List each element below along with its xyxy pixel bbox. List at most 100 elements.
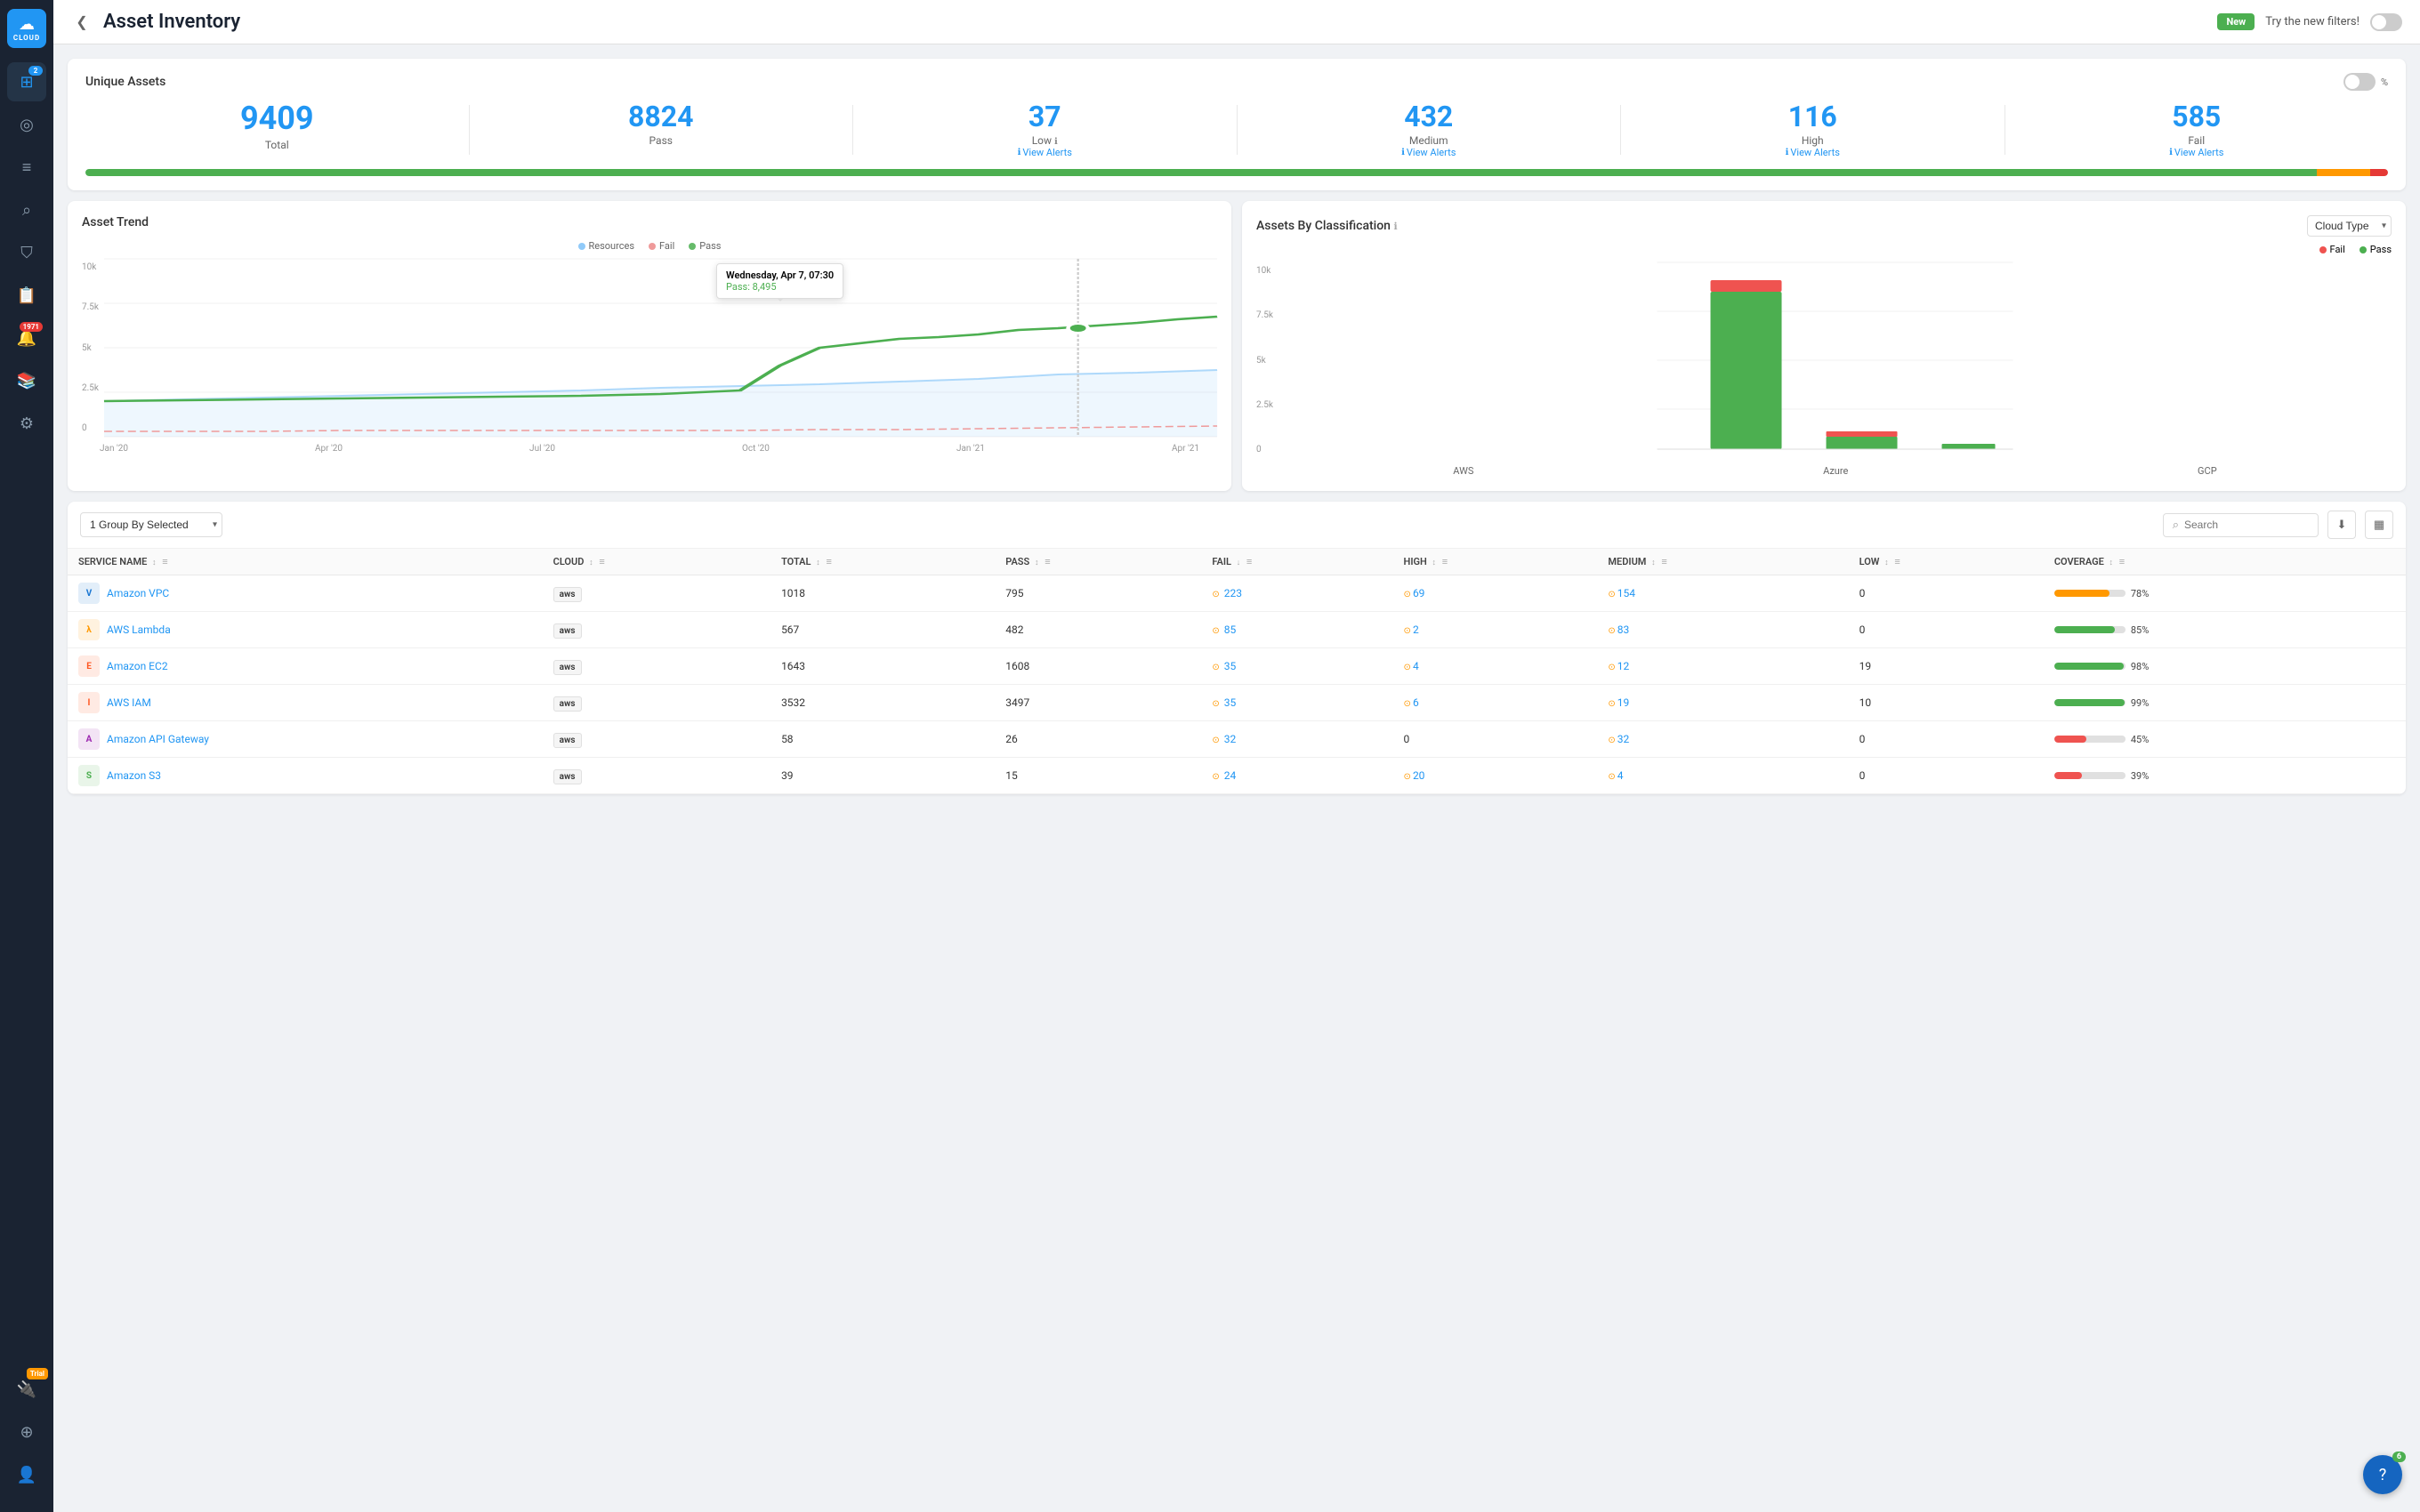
sidebar-item-dashboard[interactable]: ⊞ 2 (7, 62, 46, 101)
cloud-type-select[interactable]: Cloud Type (2307, 215, 2392, 237)
med-link[interactable]: 154 (1617, 587, 1635, 599)
sidebar-item-alerts[interactable]: 🔔 1971 (7, 318, 46, 358)
columns-button[interactable]: ▦ (2365, 511, 2393, 539)
high-link[interactable]: 4 (1413, 660, 1419, 672)
high-link[interactable]: 2 (1413, 623, 1419, 636)
service-link[interactable]: AWS IAM (107, 696, 151, 709)
class-y-0: 0 (1256, 445, 1273, 454)
cell-total[interactable]: 1018 (770, 575, 995, 612)
high-label: High (1621, 134, 2005, 147)
table-body: V Amazon VPC aws 1018 795 ⊙ 223 ⊙69 ⊙154… (68, 575, 2406, 794)
sidebar-item-analytics[interactable]: ◎ (7, 105, 46, 144)
med-link[interactable]: 4 (1617, 769, 1624, 782)
fail-link[interactable]: 223 (1224, 587, 1242, 599)
fail-link[interactable]: 24 (1224, 769, 1237, 782)
high-link[interactable]: 6 (1413, 696, 1419, 709)
sidebar-item-integrations[interactable]: 🔌 Trial (7, 1370, 46, 1409)
sidebar-item-reports[interactable]: 📋 (7, 276, 46, 315)
fail-link[interactable]: 35 (1224, 660, 1237, 672)
cell-pass[interactable]: 482 (995, 612, 1201, 648)
cell-low: 0 (1849, 575, 2044, 612)
service-icon: V (78, 583, 100, 604)
sidebar-item-list[interactable]: ≡ (7, 148, 46, 187)
cloud-filter-icon[interactable]: ≡ (599, 556, 604, 567)
sidebar-item-connect[interactable]: ⊕ (7, 1412, 46, 1452)
cloud-sort-icon[interactable]: ↕ (589, 559, 593, 567)
low-view-alerts-link[interactable]: ℹ View Alerts (853, 147, 1237, 158)
sidebar-item-search[interactable]: ⌕ (7, 190, 46, 229)
th-high: HIGH ↕ ≡ (1393, 549, 1598, 575)
coverage-sort-icon[interactable]: ↕ (2109, 559, 2114, 567)
fail-link[interactable]: 32 (1224, 733, 1237, 745)
high-view-alerts-link[interactable]: ℹ View Alerts (1621, 147, 2005, 158)
cell-pass[interactable]: 26 (995, 721, 1201, 758)
sidebar-item-settings[interactable]: ⚙ (7, 404, 46, 443)
cell-pass[interactable]: 15 (995, 758, 1201, 794)
app-logo[interactable]: ☁ CLOUD (7, 9, 46, 48)
fail-label: Fail (2005, 134, 2389, 147)
fail-sort-icon[interactable]: ↓ (1237, 559, 1241, 567)
fail-link[interactable]: 35 (1224, 696, 1237, 709)
medium-view-alerts-link[interactable]: ℹ View Alerts (1238, 147, 1621, 158)
cell-pass[interactable]: 795 (995, 575, 1201, 612)
cell-total[interactable]: 1643 (770, 648, 995, 685)
high-filter-icon[interactable]: ≡ (1442, 556, 1448, 567)
coverage-filter-icon[interactable]: ≡ (2119, 556, 2125, 567)
cell-fail: ⊙ 32 (1201, 721, 1392, 758)
coverage-bar: 85% (2054, 624, 2395, 636)
info-icon-high: ℹ (1786, 148, 1789, 157)
medium-filter-icon[interactable]: ≡ (1661, 556, 1666, 567)
med-link[interactable]: 83 (1617, 623, 1630, 636)
cell-total[interactable]: 39 (770, 758, 995, 794)
download-button[interactable]: ⬇ (2327, 511, 2356, 539)
cell-service-name: V Amazon VPC (68, 575, 543, 612)
new-filters-toggle[interactable] (2370, 13, 2402, 31)
cell-total[interactable]: 58 (770, 721, 995, 758)
search-input[interactable] (2184, 519, 2309, 531)
group-by-select[interactable]: 1 Group By Selected (80, 512, 222, 537)
pass-sort-icon[interactable]: ↕ (1035, 559, 1039, 567)
th-total: TOTAL ↕ ≡ (770, 549, 995, 575)
low-filter-icon[interactable]: ≡ (1894, 556, 1900, 567)
service-link[interactable]: Amazon EC2 (107, 660, 168, 672)
service-link[interactable]: Amazon VPC (107, 587, 169, 599)
service-filter-icon[interactable]: ≡ (162, 556, 167, 567)
sidebar-item-user[interactable]: 👤 (7, 1455, 46, 1494)
service-sort-icon[interactable]: ↕ (152, 559, 157, 567)
low-sort-icon[interactable]: ↕ (1884, 559, 1889, 567)
cell-pass[interactable]: 1608 (995, 648, 1201, 685)
table-row: λ AWS Lambda aws 567 482 ⊙ 85 ⊙2 ⊙83 0 8… (68, 612, 2406, 648)
cell-total[interactable]: 3532 (770, 685, 995, 721)
unique-assets-toggle[interactable] (2343, 73, 2376, 91)
med-link[interactable]: 32 (1617, 733, 1630, 745)
pass-filter-icon[interactable]: ≡ (1045, 556, 1050, 567)
high-link[interactable]: 20 (1413, 769, 1425, 782)
service-link[interactable]: AWS Lambda (107, 623, 171, 636)
high-link[interactable]: 69 (1413, 587, 1425, 599)
coverage-pct: 39% (2131, 770, 2149, 782)
service-link[interactable]: Amazon API Gateway (107, 733, 209, 745)
service-name-cell: A Amazon API Gateway (78, 728, 532, 750)
help-button[interactable]: ? 6 (2363, 1455, 2402, 1494)
med-link[interactable]: 12 (1617, 660, 1630, 672)
sidebar-item-shield[interactable]: ⛉ (7, 233, 46, 272)
trend-legend: Resources Fail Pass (82, 240, 1217, 252)
sidebar-nav: ⊞ 2 ◎ ≡ ⌕ ⛉ 📋 🔔 1971 📚 ⚙ (0, 62, 53, 1370)
fail-view-alerts-link[interactable]: ℹ View Alerts (2005, 147, 2389, 158)
fail-link[interactable]: 85 (1224, 623, 1237, 636)
cell-total[interactable]: 567 (770, 612, 995, 648)
cell-pass[interactable]: 3497 (995, 685, 1201, 721)
cell-high: ⊙20 (1393, 758, 1598, 794)
total-sort-icon[interactable]: ↕ (816, 559, 820, 567)
service-link[interactable]: Amazon S3 (107, 769, 161, 782)
high-sort-icon[interactable]: ↕ (1432, 559, 1437, 567)
medium-sort-icon[interactable]: ↕ (1651, 559, 1656, 567)
service-name-cell: S Amazon S3 (78, 765, 532, 786)
sidebar-toggle-button[interactable]: ❮ (71, 12, 93, 33)
med-link[interactable]: 19 (1617, 696, 1630, 709)
sidebar-item-book[interactable]: 📚 (7, 361, 46, 400)
cell-service-name: I AWS IAM (68, 685, 543, 721)
sidebar-bottom: 🔌 Trial ⊕ 👤 (7, 1370, 46, 1503)
fail-filter-icon[interactable]: ≡ (1246, 556, 1252, 567)
total-filter-icon[interactable]: ≡ (826, 556, 831, 567)
